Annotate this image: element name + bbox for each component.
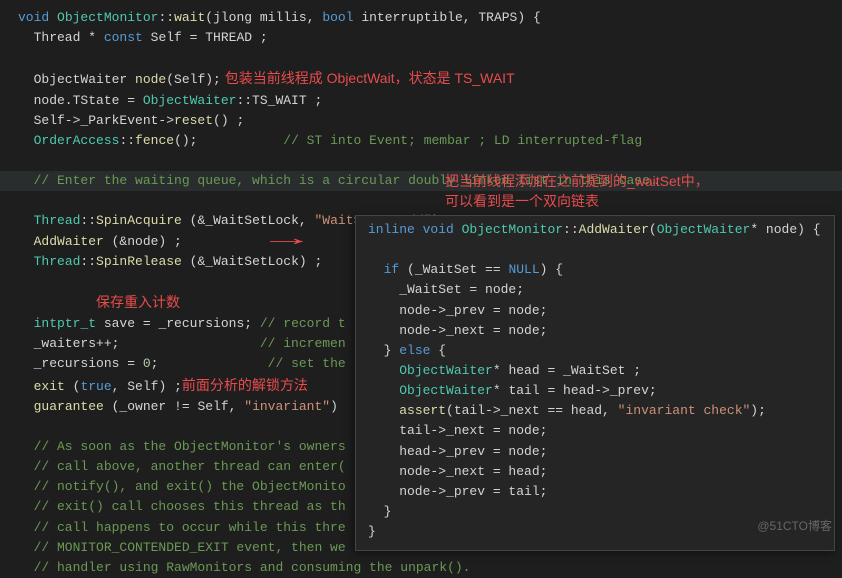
code-popup-tooltip: inline void ObjectMonitor::AddWaiter(Obj… (355, 215, 835, 551)
code-line (18, 191, 842, 211)
code-line-highlighted: // Enter the waiting queue, which is a c… (0, 171, 842, 191)
annotation-waitset-description: 把当前线程添加在之前提到的_waitSet中， 可以看到是一个双向链表 (445, 172, 709, 211)
popup-code-line: inline void ObjectMonitor::AddWaiter(Obj… (368, 220, 834, 240)
popup-code-line: node->_prev = tail; (368, 482, 834, 502)
code-line: OrderAccess::fence(); // ST into Event; … (18, 131, 842, 151)
popup-code-line: if (_WaitSet == NULL) { (368, 260, 834, 280)
popup-code-line: head->_prev = node; (368, 442, 834, 462)
popup-code-line: node->_prev = node; (368, 301, 834, 321)
code-line: void ObjectMonitor::wait(jlong millis, b… (18, 8, 842, 28)
popup-code-line: _WaitSet = node; (368, 280, 834, 300)
code-line: ObjectWaiter node(Self); 包装当前线程成 ObjectW… (18, 68, 842, 90)
annotation-wrap-objectwait: 包装当前线程成 ObjectWait，状态是 TS_WAIT (221, 70, 515, 86)
annotation-unlock-method: 前面分析的解锁方法 (182, 377, 308, 393)
watermark-text: @51CTO博客 (757, 517, 832, 534)
code-line: // handler using RawMonitors and consumi… (18, 558, 842, 578)
popup-code-line: node->_next = node; (368, 321, 834, 341)
popup-code-line: ObjectWaiter* head = _WaitSet ; (368, 361, 834, 381)
popup-code-line: tail->_next = node; (368, 421, 834, 441)
popup-code-line (368, 240, 834, 260)
code-line: Self->_ParkEvent->reset() ; (18, 111, 842, 131)
arrow-icon: → (270, 227, 303, 252)
popup-code-line: node->_next = head; (368, 462, 834, 482)
code-line: Thread * const Self = THREAD ; (18, 28, 842, 48)
code-line (18, 151, 842, 171)
code-line (18, 48, 842, 68)
popup-code-line: assert(tail->_next == head, "invariant c… (368, 401, 834, 421)
code-line: node.TState = ObjectWaiter::TS_WAIT ; (18, 91, 842, 111)
annotation-save-recursion: 保存重入计数 (96, 294, 180, 310)
popup-code-line: ObjectWaiter* tail = head->_prev; (368, 381, 834, 401)
popup-code-line: } else { (368, 341, 834, 361)
